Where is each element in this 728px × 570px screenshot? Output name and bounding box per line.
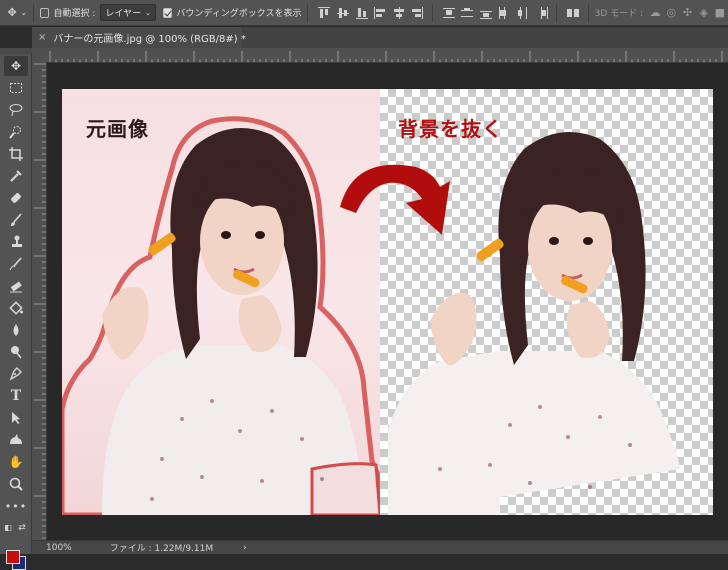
move-tool-icon[interactable]: ✥ — [4, 56, 28, 76]
red-arrow-graphic — [340, 164, 450, 235]
document-tab[interactable]: × バナーの元画像.jpg @ 100% (RGB/8#) * — [32, 27, 246, 48]
distribute-right-icon[interactable] — [535, 6, 548, 20]
swap-colors-icon[interactable]: ⇄ — [17, 518, 27, 538]
align-right-icon[interactable] — [410, 6, 424, 20]
close-tab-icon[interactable]: × — [38, 32, 46, 43]
blur-tool-icon[interactable] — [4, 320, 28, 340]
chevron-down-icon: ⌄ — [145, 8, 151, 17]
auto-align-icon[interactable] — [566, 6, 580, 20]
slide-3d-icon[interactable]: ◈ — [696, 4, 712, 22]
pen-tool-icon[interactable] — [4, 364, 28, 384]
vertical-ruler[interactable] — [32, 62, 47, 540]
original-photo — [62, 116, 380, 515]
healing-brush-tool-icon[interactable] — [4, 188, 28, 208]
crop-tool-icon[interactable] — [4, 144, 28, 164]
status-bar: 100% ファイル : 1.22M/9.11M › — [32, 540, 728, 554]
custom-shape-tool-icon[interactable] — [4, 430, 28, 450]
lasso-tool-icon[interactable] — [4, 100, 28, 120]
auto-select-label: 自動選択 : — [53, 9, 96, 19]
file-info: ファイル : 1.22M/9.11M — [109, 544, 214, 554]
separator — [307, 3, 309, 22]
type-tool-icon[interactable]: T — [4, 386, 28, 406]
align-bottom-icon[interactable] — [355, 6, 368, 20]
separator — [587, 3, 589, 22]
scale-3d-icon[interactable]: ■ — [712, 4, 728, 22]
mode-3d-label: 3D モード : — [594, 9, 644, 19]
separator — [556, 3, 558, 22]
more-tools-icon[interactable]: ••• — [4, 496, 28, 516]
orbit-3d-icon[interactable]: ☁ — [647, 4, 663, 22]
bounding-box-checkbox[interactable] — [163, 7, 173, 18]
horizontal-ruler-ticks — [49, 51, 723, 62]
zoom-level[interactable]: 100% — [46, 543, 72, 553]
layer-select-dropdown[interactable]: レイヤー ⌄ — [100, 4, 156, 21]
align-top-icon[interactable] — [317, 6, 331, 20]
paint-bucket-tool-icon[interactable] — [4, 298, 28, 318]
clone-stamp-tool-icon[interactable] — [4, 232, 28, 252]
original-image-caption: 元画像 — [86, 117, 149, 141]
background-removed-caption: 背景を抜く — [398, 117, 503, 141]
distribute-top-icon[interactable] — [442, 6, 455, 20]
align-vcenter-icon[interactable] — [336, 6, 349, 20]
marquee-tool-icon[interactable] — [4, 78, 28, 98]
document-tab-bar: × バナーの元画像.jpg @ 100% (RGB/8#) * — [32, 27, 728, 49]
zoom-tool-icon[interactable] — [4, 474, 28, 494]
default-colors-icon[interactable]: ◧ — [3, 518, 13, 538]
history-brush-tool-icon[interactable] — [4, 254, 28, 274]
document-image[interactable]: 元画像 背景を抜く — [62, 89, 713, 515]
tools-panel-header[interactable] — [0, 48, 32, 54]
roll-3d-icon[interactable]: ◎ — [663, 4, 679, 22]
original-image-panel: 元画像 — [62, 89, 380, 515]
foreground-color-swatch[interactable] — [6, 550, 20, 564]
bounding-box-label: バウンディングボックスを表示 — [176, 9, 302, 19]
distribute-vcenter-icon[interactable] — [460, 6, 474, 20]
distribute-left-icon[interactable] — [497, 6, 510, 20]
tool-preset-chevron-icon[interactable]: ⌄ — [20, 4, 27, 22]
ruler-origin[interactable] — [32, 48, 48, 62]
brush-tool-icon[interactable] — [4, 210, 28, 230]
align-left-icon[interactable] — [373, 6, 386, 20]
tools-panel: ✥ T ✋ ••• ◧ ⇄ — [0, 48, 32, 570]
separator — [33, 3, 35, 22]
eyedropper-tool-icon[interactable] — [4, 166, 28, 186]
horizontal-ruler[interactable] — [48, 48, 728, 63]
status-menu-arrow-icon[interactable]: › — [243, 543, 247, 553]
auto-select-checkbox[interactable] — [40, 7, 50, 18]
dodge-tool-icon[interactable] — [4, 342, 28, 362]
vertical-ruler-ticks — [34, 63, 46, 539]
distribute-bottom-icon[interactable] — [479, 6, 492, 20]
hand-tool-icon[interactable]: ✋ — [4, 452, 28, 472]
eraser-tool-icon[interactable] — [4, 276, 28, 296]
path-select-tool-icon[interactable] — [4, 408, 28, 428]
drag-3d-icon[interactable]: ✣ — [679, 4, 695, 22]
separator — [431, 3, 433, 22]
distribute-hcenter-icon[interactable] — [516, 6, 529, 20]
align-hcenter-icon[interactable] — [392, 6, 405, 20]
document-tab-title: バナーの元画像.jpg @ 100% (RGB/8#) * — [53, 34, 246, 45]
options-bar: ✥ ⌄ 自動選択 : レイヤー ⌄ バウンディングボックスを表示 3D モード … — [0, 0, 728, 26]
quick-select-tool-icon[interactable] — [4, 122, 28, 142]
layer-select-value: レイヤー — [105, 9, 142, 19]
move-tool-icon[interactable]: ✥ — [4, 4, 20, 22]
